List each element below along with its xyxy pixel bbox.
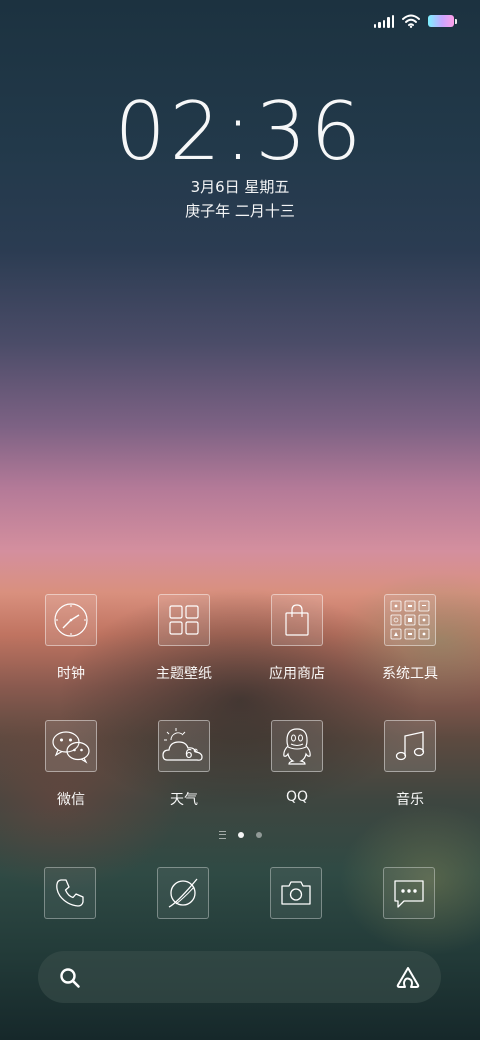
app-music[interactable]: 音乐: [360, 720, 460, 809]
theme-icon[interactable]: [158, 594, 210, 646]
phone-icon[interactable]: [44, 867, 96, 919]
wifi-icon: [402, 14, 420, 28]
camera-icon[interactable]: [270, 867, 322, 919]
shopping-bag-icon[interactable]: [271, 594, 323, 646]
browser-icon[interactable]: [157, 867, 209, 919]
assistant-icon[interactable]: [395, 965, 421, 989]
battery-icon: [428, 15, 457, 27]
music-note-icon[interactable]: [384, 720, 436, 772]
lunar-date-text: 庚子年 二月十三: [185, 202, 295, 220]
app-label: 音乐: [396, 792, 424, 808]
app-theme[interactable]: 主题壁纸: [134, 594, 234, 683]
page-dot-active[interactable]: [237, 832, 244, 838]
messages-icon[interactable]: [383, 867, 435, 919]
app-label: 时钟: [57, 666, 85, 682]
signal-icon: [373, 14, 394, 28]
app-wechat[interactable]: 微信: [21, 720, 121, 809]
lock-clock: 02:36: [114, 85, 366, 178]
page-indicator: [0, 831, 480, 839]
search-icon[interactable]: [58, 966, 82, 990]
app-qq[interactable]: QQ: [247, 720, 347, 805]
app-label: 主题壁纸: [156, 666, 212, 682]
app-label: 应用商店: [269, 666, 325, 682]
status-bar: [373, 12, 457, 30]
search-input[interactable]: [94, 951, 385, 1005]
app-clock[interactable]: 时钟: [21, 594, 121, 683]
app-label: 微信: [57, 792, 85, 808]
folder-grid-icon[interactable]: [384, 594, 436, 646]
weather-icon[interactable]: 6°: [158, 720, 210, 772]
page-menu-icon[interactable]: [218, 831, 226, 839]
app-label: QQ: [285, 789, 309, 805]
app-store[interactable]: 应用商店: [247, 594, 347, 683]
app-weather[interactable]: 6° 天气: [134, 720, 234, 809]
app-label: 天气: [170, 792, 198, 808]
wechat-icon[interactable]: [45, 720, 97, 772]
weather-temp: 6°: [185, 747, 199, 761]
app-system-tools[interactable]: 系统工具: [360, 594, 460, 683]
date-text: 3月6日 星期五: [190, 178, 290, 196]
qq-penguin-icon[interactable]: [271, 720, 323, 772]
search-bar[interactable]: [38, 951, 441, 1005]
clock-icon[interactable]: [45, 594, 97, 646]
page-dot[interactable]: [255, 832, 262, 838]
app-label: 系统工具: [382, 666, 438, 682]
